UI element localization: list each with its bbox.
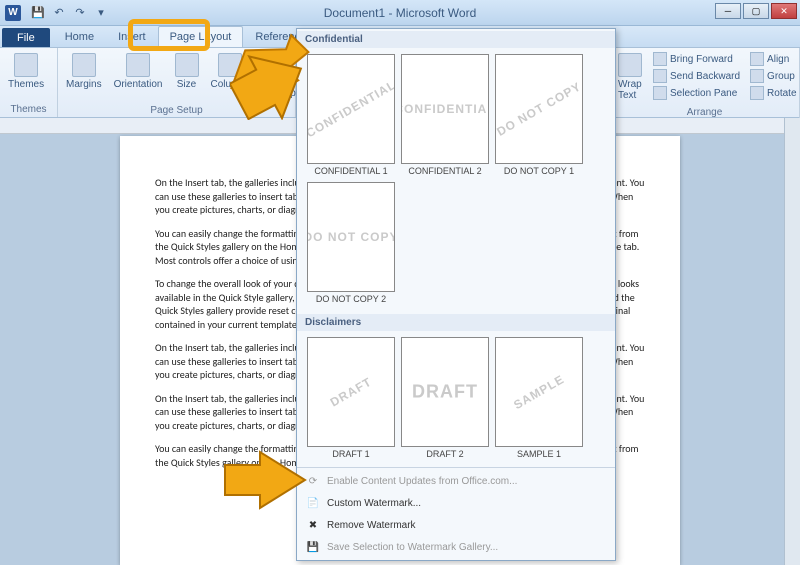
tab-home[interactable]: Home	[53, 26, 106, 47]
quick-access-toolbar: 💾 ↶ ↷ ▾	[29, 4, 110, 22]
breaks-icon	[261, 52, 275, 66]
watermark-option-do-not-copy-1[interactable]: DO NOT COPYDO NOT COPY 1	[495, 54, 583, 176]
tab-page-layout[interactable]: Page Layout	[158, 26, 244, 47]
hyphenation-icon	[261, 86, 275, 100]
margins-button[interactable]: Margins	[62, 51, 106, 92]
align-button[interactable]: Align	[747, 51, 799, 67]
size-icon	[175, 53, 199, 77]
redo-icon[interactable]: ↷	[71, 4, 89, 22]
group-button[interactable]: Group	[747, 68, 799, 84]
close-button[interactable]: ✕	[771, 3, 797, 19]
send-backward-button[interactable]: Send Backward	[650, 68, 743, 84]
tab-insert[interactable]: Insert	[106, 26, 158, 47]
window-controls: ─ ▢ ✕	[715, 3, 797, 19]
group-label-themes: Themes	[0, 103, 57, 117]
vertical-scrollbar[interactable]	[784, 118, 800, 565]
group-themes: Themes Themes	[0, 48, 58, 117]
send-backward-icon	[653, 69, 667, 83]
watermark-gallery: Confidential CONFIDENTIALCONFIDENTIAL 1 …	[296, 28, 616, 561]
window-title: Document1 - Microsoft Word	[324, 6, 477, 20]
size-button[interactable]: Size	[171, 51, 203, 92]
word-app-icon: W	[5, 5, 21, 21]
menu-custom-watermark[interactable]: 📄Custom Watermark...	[297, 492, 615, 514]
watermark-option-confidential-1[interactable]: CONFIDENTIALCONFIDENTIAL 1	[307, 54, 395, 176]
gallery-heading-confidential: Confidential	[297, 31, 615, 48]
save-icon[interactable]: 💾	[29, 4, 47, 22]
orientation-icon	[126, 53, 150, 77]
rotate-icon	[750, 86, 764, 100]
selection-pane-icon	[653, 86, 667, 100]
gallery-heading-disclaimers: Disclaimers	[297, 314, 615, 331]
margins-icon	[72, 53, 96, 77]
watermark-option-draft-1[interactable]: DRAFTDRAFT 1	[307, 337, 395, 459]
custom-watermark-icon: 📄	[305, 495, 321, 511]
remove-watermark-icon: ✖	[305, 517, 321, 533]
watermark-option-sample-1[interactable]: SAMPLESAMPLE 1	[495, 337, 583, 459]
rotate-button[interactable]: Rotate	[747, 85, 799, 101]
group-arrange: Wrap Text Bring Forward Send Backward Se…	[610, 48, 800, 120]
group-label-page-setup: Page Setup	[58, 104, 295, 118]
watermark-option-draft-2[interactable]: DRAFTDRAFT 2	[401, 337, 489, 459]
group-page-setup: Margins Orientation Size Columns Breaks …	[58, 48, 296, 117]
watermark-option-confidential-2[interactable]: CONFIDENTIALCONFIDENTIAL 2	[401, 54, 489, 176]
save-gallery-icon: 💾	[305, 539, 321, 555]
maximize-button[interactable]: ▢	[743, 3, 769, 19]
menu-enable-content-updates: ⟳Enable Content Updates from Office.com.…	[297, 470, 615, 492]
group-icon	[750, 69, 764, 83]
menu-remove-watermark[interactable]: ✖Remove Watermark	[297, 514, 615, 536]
gallery-menu: ⟳Enable Content Updates from Office.com.…	[297, 467, 615, 560]
undo-icon[interactable]: ↶	[50, 4, 68, 22]
qat-dropdown-icon[interactable]: ▾	[92, 4, 110, 22]
tab-file[interactable]: File	[2, 28, 50, 47]
watermark-option-do-not-copy-2[interactable]: DO NOT COPYDO NOT COPY 2	[307, 182, 395, 304]
titlebar: W 💾 ↶ ↷ ▾ Document1 - Microsoft Word ─ ▢…	[0, 0, 800, 26]
themes-button[interactable]: Themes	[4, 51, 48, 92]
wrap-text-button[interactable]: Wrap Text	[614, 51, 646, 103]
themes-icon	[14, 53, 38, 77]
updates-icon: ⟳	[305, 473, 321, 489]
bring-forward-icon	[653, 52, 667, 66]
minimize-button[interactable]: ─	[715, 3, 741, 19]
bring-forward-button[interactable]: Bring Forward	[650, 51, 743, 67]
align-icon	[750, 52, 764, 66]
columns-icon	[218, 53, 242, 77]
columns-button[interactable]: Columns	[207, 51, 254, 92]
wrap-text-icon	[618, 53, 642, 77]
orientation-button[interactable]: Orientation	[110, 51, 167, 92]
line-numbers-icon	[261, 69, 275, 83]
selection-pane-button[interactable]: Selection Pane	[650, 85, 743, 101]
menu-save-selection-to-gallery: 💾Save Selection to Watermark Gallery...	[297, 536, 615, 558]
